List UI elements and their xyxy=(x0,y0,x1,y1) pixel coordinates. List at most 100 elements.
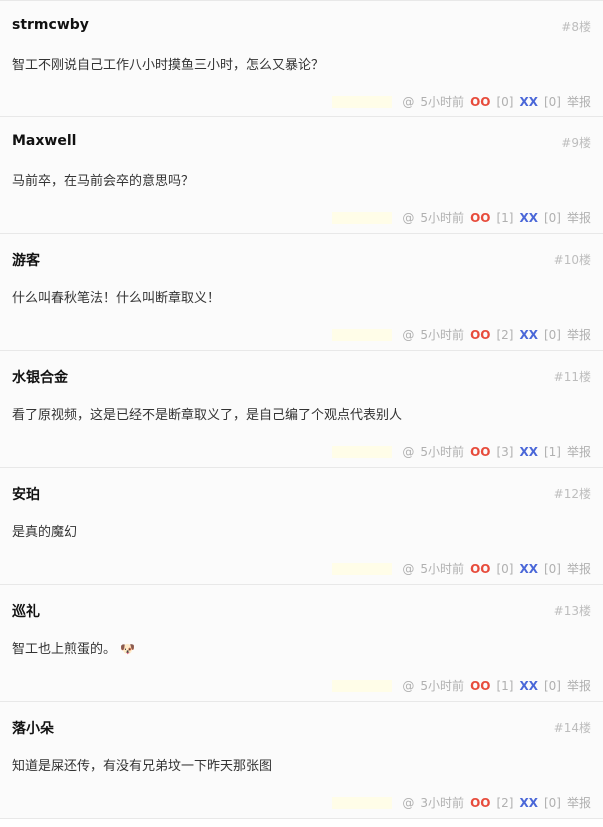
comment-text: 是真的魔幻 xyxy=(12,521,77,540)
xx-vote-button[interactable]: XX xyxy=(519,445,538,459)
comment-body: 什么叫春秋笔法！什么叫断章取义！ xyxy=(12,291,221,306)
xx-count: [0] xyxy=(543,561,561,576)
oo-count: [3] xyxy=(496,444,514,459)
report-button[interactable]: 举报 xyxy=(567,560,591,577)
xx-vote-button[interactable]: XX xyxy=(519,796,538,810)
comment-author[interactable]: strmcwby xyxy=(12,17,89,33)
comment-item: strmcwby #8楼 智工不刚说自己工作八小时摸鱼三小时，怎么又暴论？ @ … xyxy=(0,0,603,117)
floor-number: #8楼 xyxy=(561,20,591,34)
comment-meta: @ 5小时前 OO [0] XX [0] 举报 xyxy=(332,93,591,110)
faded-region xyxy=(332,796,393,809)
oo-count: [2] xyxy=(496,795,514,810)
xx-vote-button[interactable]: XX xyxy=(519,211,538,225)
xx-vote-button[interactable]: XX xyxy=(519,95,538,109)
dog-emoji-icon: 🐶 xyxy=(120,642,135,656)
floor-number: #12楼 xyxy=(553,487,591,501)
comment-text: 什么叫春秋笔法！什么叫断章取义！ xyxy=(12,287,220,306)
comment-body: 智工也上煎蛋的。 xyxy=(12,642,117,657)
comment-time: 3小时前 xyxy=(420,796,465,810)
comment-text: 智工也上煎蛋的。 🐶 xyxy=(12,638,135,657)
oo-vote-button[interactable]: OO xyxy=(470,328,490,342)
comment-text: 知道是屎还传，有没有兄弟坟一下昨天那张图 xyxy=(12,755,272,774)
comment-list: strmcwby #8楼 智工不刚说自己工作八小时摸鱼三小时，怎么又暴论？ @ … xyxy=(0,0,603,827)
comment-body: 知道是屎还传，有没有兄弟坟一下昨天那张图 xyxy=(12,759,273,774)
report-button[interactable]: 举报 xyxy=(567,93,591,110)
comment-item: 落小朵 #14楼 知道是屎还传，有没有兄弟坟一下昨天那张图 @ 3小时前 OO … xyxy=(0,702,603,819)
report-button[interactable]: 举报 xyxy=(567,326,591,343)
xx-vote-button[interactable]: XX xyxy=(519,562,538,576)
reply-at-icon[interactable]: @ xyxy=(402,796,414,810)
reply-at-icon[interactable]: @ xyxy=(402,211,414,225)
comment-meta: @ 5小时前 OO [0] XX [0] 举报 xyxy=(332,560,591,577)
comment-item: 巡礼 #13楼 智工也上煎蛋的。 🐶 @ 5小时前 OO [1] XX [0] 举… xyxy=(0,585,603,702)
oo-vote-button[interactable]: OO xyxy=(470,796,490,810)
comment-author[interactable]: Maxwell xyxy=(12,133,76,149)
report-button[interactable]: 举报 xyxy=(567,443,591,460)
comment-meta: @ 3小时前 OO [2] XX [0] 举报 xyxy=(332,794,591,811)
comment-text: 智工不刚说自己工作八小时摸鱼三小时，怎么又暴论？ xyxy=(12,54,324,73)
xx-count: [0] xyxy=(543,327,561,342)
floor-number: #10楼 xyxy=(553,253,591,267)
oo-vote-button[interactable]: OO xyxy=(470,211,490,225)
comment-time: 5小时前 xyxy=(420,679,465,693)
xx-vote-button[interactable]: XX xyxy=(519,679,538,693)
oo-count: [1] xyxy=(496,210,514,225)
reply-at-icon[interactable]: @ xyxy=(402,679,414,693)
comment-meta: @ 5小时前 OO [2] XX [0] 举报 xyxy=(332,326,591,343)
floor-number: #11楼 xyxy=(553,370,591,384)
comment-item: 游客 #10楼 什么叫春秋笔法！什么叫断章取义！ @ 5小时前 OO [2] X… xyxy=(0,234,603,351)
faded-region xyxy=(332,328,393,341)
comment-meta: @ 5小时前 OO [3] XX [1] 举报 xyxy=(332,443,591,460)
comment-time: 5小时前 xyxy=(420,95,465,109)
comment-author[interactable]: 游客 xyxy=(12,250,40,270)
comment-time: 5小时前 xyxy=(420,211,465,225)
xx-vote-button[interactable]: XX xyxy=(519,328,538,342)
oo-vote-button[interactable]: OO xyxy=(470,679,490,693)
faded-region xyxy=(332,679,393,692)
faded-region xyxy=(332,445,393,458)
faded-region xyxy=(332,95,393,108)
report-button[interactable]: 举报 xyxy=(567,794,591,811)
comment-time: 5小时前 xyxy=(420,562,465,576)
comment-meta: @ 5小时前 OO [1] XX [0] 举报 xyxy=(332,209,591,226)
xx-count: [0] xyxy=(543,795,561,810)
floor-number: #13楼 xyxy=(553,604,591,618)
xx-count: [0] xyxy=(543,210,561,225)
comment-item: 安珀 #12楼 是真的魔幻 @ 5小时前 OO [0] XX [0] 举报 xyxy=(0,468,603,585)
comment-author[interactable]: 水银合金 xyxy=(12,367,68,387)
oo-vote-button[interactable]: OO xyxy=(470,95,490,109)
reply-at-icon[interactable]: @ xyxy=(402,95,414,109)
comment-text: 马前卒，在马前会卒的意思吗？ xyxy=(12,170,194,189)
reply-at-icon[interactable]: @ xyxy=(402,445,414,459)
oo-vote-button[interactable]: OO xyxy=(470,562,490,576)
comment-meta: @ 5小时前 OO [1] XX [0] 举报 xyxy=(332,677,591,694)
comment-body: 是真的魔幻 xyxy=(12,525,78,540)
comment-item: Maxwell #9楼 马前卒，在马前会卒的意思吗？ @ 5小时前 OO [1]… xyxy=(0,117,603,234)
floor-number: #9楼 xyxy=(561,136,591,150)
faded-region xyxy=(332,562,393,575)
report-button[interactable]: 举报 xyxy=(567,209,591,226)
comment-author[interactable]: 巡礼 xyxy=(12,601,40,621)
comment-author[interactable]: 安珀 xyxy=(12,484,40,504)
xx-count: [1] xyxy=(543,444,561,459)
reply-at-icon[interactable]: @ xyxy=(402,328,414,342)
oo-count: [2] xyxy=(496,327,514,342)
oo-vote-button[interactable]: OO xyxy=(470,445,490,459)
faded-region xyxy=(332,211,393,224)
oo-count: [0] xyxy=(496,561,514,576)
comment-text: 看了原视频，这是已经不是断章取义了，是自己编了个观点代表别人 xyxy=(12,404,402,423)
comment-body: 智工不刚说自己工作八小时摸鱼三小时，怎么又暴论？ xyxy=(12,58,325,73)
comment-time: 5小时前 xyxy=(420,445,465,459)
xx-count: [0] xyxy=(543,678,561,693)
oo-count: [1] xyxy=(496,678,514,693)
oo-count: [0] xyxy=(496,94,514,109)
floor-number: #14楼 xyxy=(553,721,591,735)
comment-body: 马前卒，在马前会卒的意思吗？ xyxy=(12,174,195,189)
report-button[interactable]: 举报 xyxy=(567,677,591,694)
comment-author[interactable]: 落小朵 xyxy=(12,718,54,738)
xx-count: [0] xyxy=(543,94,561,109)
comment-item: 水银合金 #11楼 看了原视频，这是已经不是断章取义了，是自己编了个观点代表别人… xyxy=(0,351,603,468)
comment-time: 5小时前 xyxy=(420,328,465,342)
reply-at-icon[interactable]: @ xyxy=(402,562,414,576)
comment-body: 看了原视频，这是已经不是断章取义了，是自己编了个观点代表别人 xyxy=(12,408,403,423)
